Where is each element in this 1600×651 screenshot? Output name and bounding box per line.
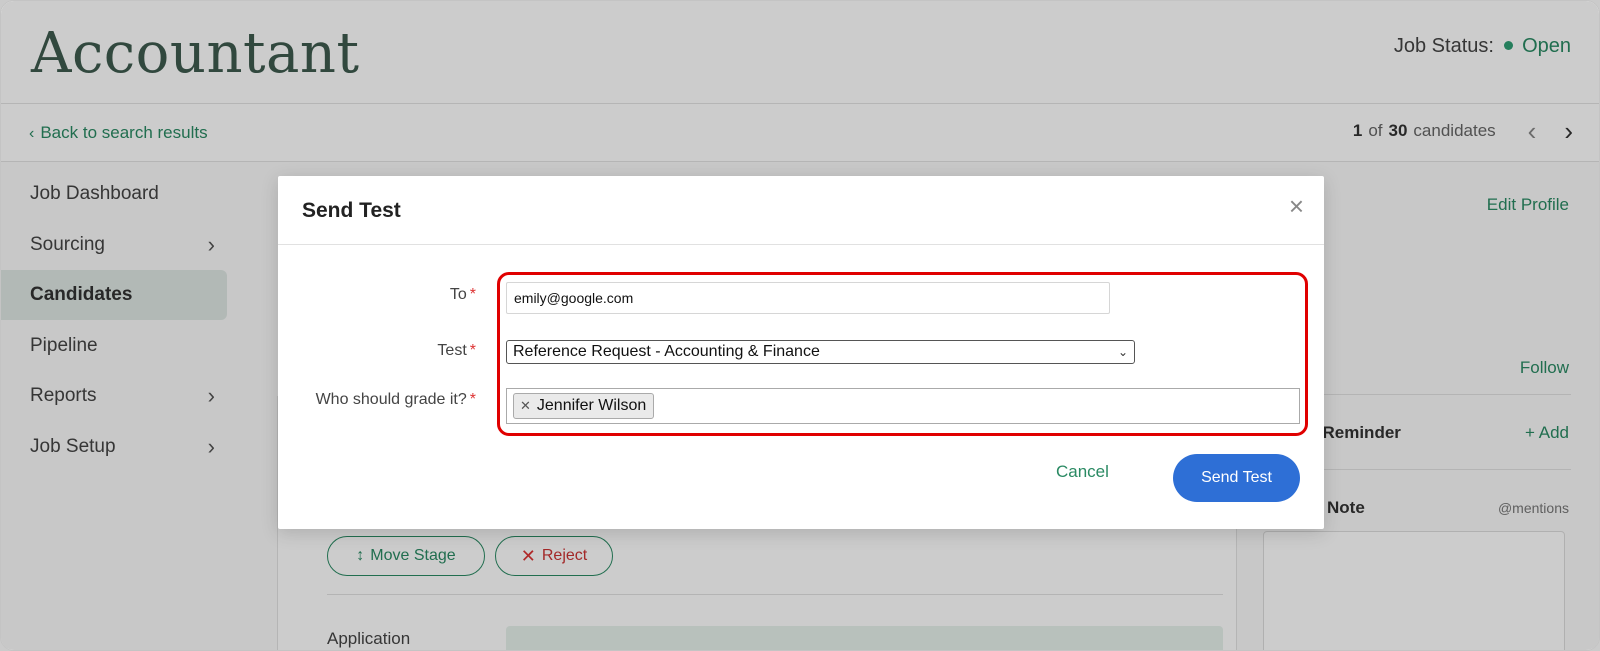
close-icon[interactable]: × — [1289, 193, 1304, 219]
to-email-input[interactable]: emily@google.com — [506, 282, 1110, 314]
dialog-title: Send Test — [302, 199, 401, 222]
dialog-header: Send Test × — [278, 176, 1324, 245]
grader-label-text: Who should grade it? — [315, 391, 467, 408]
remove-chip-icon[interactable]: ✕ — [520, 398, 531, 414]
send-test-dialog: Send Test × To * emily@google.com Test * R… — [278, 176, 1324, 529]
grader-chip-label: Jennifer Wilson — [536, 397, 647, 414]
test-label: Test * — [437, 342, 476, 360]
test-select-value: Reference Request - Accounting & Finance — [513, 343, 820, 360]
test-label-text: Test — [437, 342, 467, 359]
to-label-text: To — [449, 286, 467, 303]
required-marker: * — [469, 391, 476, 408]
to-label: To * — [450, 286, 476, 304]
grader-label: Who should grade it? * — [316, 391, 476, 409]
required-marker: * — [469, 286, 476, 303]
test-select[interactable]: Reference Request - Accounting & Finance… — [506, 340, 1135, 364]
chevron-down-icon: ⌄ — [1117, 345, 1128, 359]
grader-chip: ✕ Jennifer Wilson — [513, 393, 655, 419]
grader-multiselect[interactable]: ✕ Jennifer Wilson — [506, 388, 1300, 424]
required-marker: * — [469, 342, 476, 359]
send-test-button[interactable]: Send Test — [1173, 454, 1300, 502]
app-window: Accountant Job Status: Open ‹ Back to sea… — [0, 0, 1600, 651]
cancel-button[interactable]: Cancel — [1056, 462, 1109, 482]
